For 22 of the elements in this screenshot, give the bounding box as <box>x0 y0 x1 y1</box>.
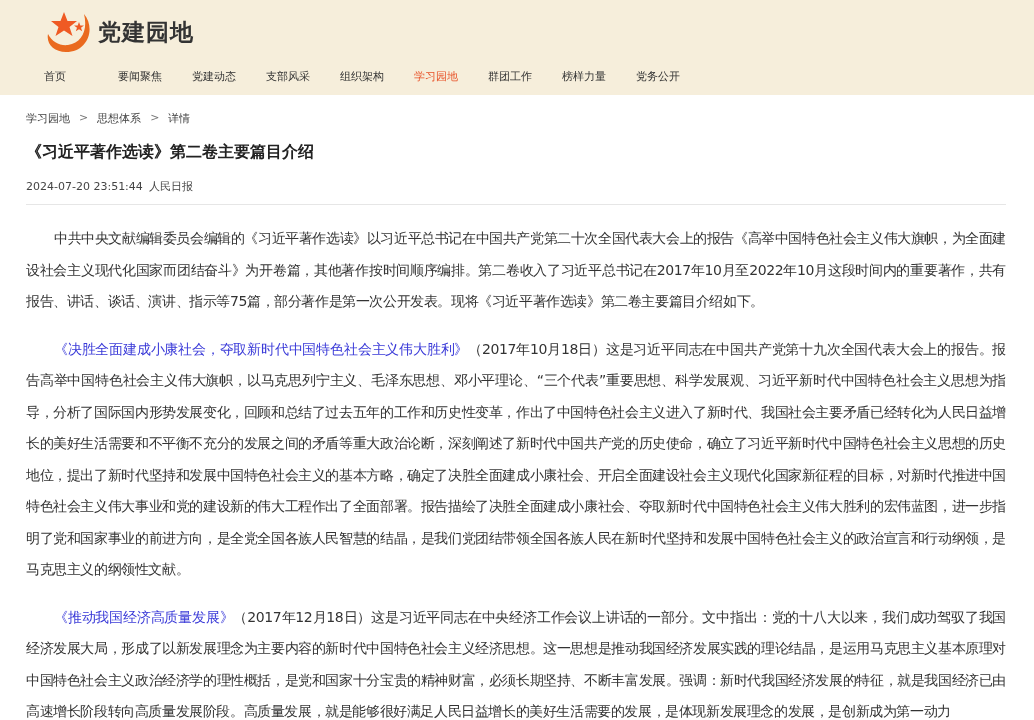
nav-item[interactable]: 支部风采 <box>254 69 328 84</box>
nav-item[interactable]: 榜样力量 <box>550 69 624 84</box>
breadcrumb-separator: > <box>79 111 89 126</box>
breadcrumb-link[interactable]: 详情 <box>168 111 191 126</box>
nav-item[interactable]: 组织架构 <box>328 69 402 84</box>
article-link[interactable]: 《推动我国经济高质量发展》 <box>54 608 234 625</box>
nav-item[interactable]: 党务公开 <box>624 69 698 84</box>
breadcrumb-link[interactable]: 学习园地 <box>26 111 70 126</box>
nav-item[interactable]: 要闻聚焦 <box>106 69 180 84</box>
article-source: 人民日报 <box>148 180 193 193</box>
nav-item[interactable]: 首页 <box>32 69 106 84</box>
paragraph: 中共中央文献编辑委员会编辑的《习近平著作选读》以习近平总书记在中国共产党第二十次全国代表大会上的报告《高举中国特色社会主义伟大旗帜，为全面建设社会主义现代化国家而团结奋斗》为开卷篇，其他著作按时间顺序编排。第二卷收入了习近平总书记在2017年10月至2022年10月这段时间内的重要著作，共有报告、讲话、谈话、演讲、指示等75篇，部分著作是第一次公开发表。现将《习近平著作选读》第二卷主要篇目介绍如下。 <box>26 229 1006 311</box>
nav-item[interactable]: 党建动态 <box>180 69 254 84</box>
site-title: 党建园地 <box>98 16 194 47</box>
breadcrumb-separator: > <box>150 111 160 126</box>
article-link[interactable]: 《决胜全面建成小康社会，夺取新时代中国特色社会主义伟大胜利》 <box>54 340 469 357</box>
breadcrumb-link[interactable]: 思想体系 <box>97 111 142 126</box>
nav-item[interactable]: 群团工作 <box>476 69 550 84</box>
paragraph: 《推动我国经济高质量发展》（2017年12月18日）这是习近平同志在中央经济工作会议上讲话的一部分。文中指出：党的十八大以来，我们成功驾驭了我国经济发展大局，形成了以新发展理念为主要内容的新时代中国特色社会主义经济思想。这一思想是推动我国经济发展实践的理论结晶，是运用马克思主义基本原理对中国特色社会主义政治经济学的理性概括，是党和国家十分宝贵的精神财富，必须长期坚持、不断丰富发展。强调：新时代我国经济发展的特征，就是我国经济已由高速增长阶段转向高质量发展阶段。高质量发展，就是能够很好满足人民日益增长的美好生活需要的发展，是体现新发展理念的发展，是创新成为第一动力 <box>26 607 1006 720</box>
paragraph: 《决胜全面建成小康社会，夺取新时代中国特色社会主义伟大胜利》（2017年10月18日）这是习近平同志在中国共产党第十九次全国代表大会上的报告。报告高举中国特色社会主义伟大旗帜，以马克思列宁主义、毛泽东思想、邓小平理论、“三个代表”重要思想、科学发展观、习近平新时代中国特色社会主义思想为指导，分析了国际国内形势发展变化，回顾和总结了过去五年的工作和历史性变革，作出了中国特色社会主义进入了新时代、我国社会主要矛盾已经转化为人民日益增长的美好生活需要和不平衡不充分的发展之间的矛盾等重大政治论断，深刻阐述了新时代中国共产党的历史使命，确立了习近平新时代中国特色社会主义思想的历史地位，提出了新时代坚持和发展中国特色社会主义的基本方略，确定了决胜全面建成小康社会、开启全面建设社会主义现代化国家新征程的目标，对新时代推进中国特色社会主义伟大事业和党的建设新的伟大工程作出了全面部署。报告描绘了决胜全面建成小康社会、夺取新时代中国特色社会主义伟大胜利的宏伟蓝图，进一步指明了党和国家事业的前进方向，是全党全国各族人民智慧的结晶，是我们党团结带领全国各族人民在新时代坚持和发展中国特色社会主义的政治宣言和行动纲领，是马克思主义的纲领性文献。 <box>26 339 1006 579</box>
article-title: 《习近平著作选读》第二卷主要篇目介绍 <box>26 142 315 163</box>
publish-date: 2024-07-20 23:51:44 <box>26 180 143 193</box>
